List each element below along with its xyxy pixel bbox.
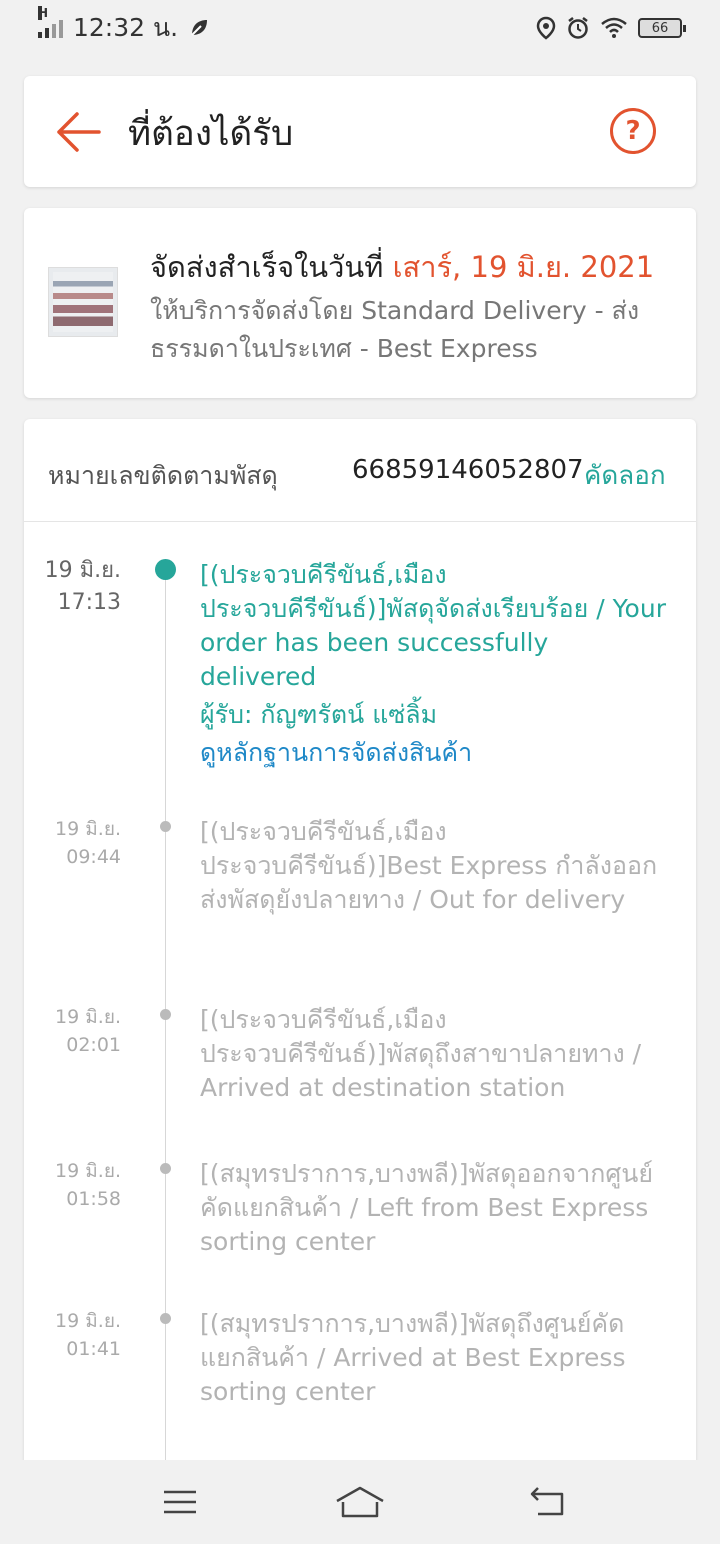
event-date: 19 มิ.ย. — [55, 1006, 121, 1028]
event-text: [(ประจวบคีรีขันธ์,เมือง ประจวบคีรีขันธ์)… — [200, 560, 666, 691]
leaf-icon — [191, 20, 208, 36]
navigation-bar — [0, 1460, 720, 1544]
timeline-dot — [160, 1313, 171, 1324]
back-button[interactable] — [52, 106, 104, 158]
network-type-label: H — [38, 6, 49, 20]
tracking-number: 66859146052807 — [352, 455, 584, 485]
help-button[interactable]: ? — [610, 108, 656, 154]
delivery-service-text: ให้บริการจัดส่งโดย Standard Delivery - ส… — [150, 296, 640, 363]
menu-icon — [164, 1490, 196, 1514]
battery-level: 66 — [651, 20, 669, 36]
tracking-label: หมายเลขติดตามพัสดุ — [48, 461, 278, 490]
timeline-line — [165, 571, 166, 1479]
event-text: [(สมุทรปราการ,บางพลี)]พัสดุถึงศูนย์คัดแย… — [200, 1309, 626, 1406]
proof-of-delivery-link[interactable]: ดูหลักฐานการจัดส่งสินค้า — [200, 736, 670, 770]
event-date: 19 มิ.ย. — [44, 558, 121, 583]
event-text: [(ประจวบคีรีขันธ์,เมือง ประจวบคีรีขันธ์)… — [200, 817, 658, 914]
event-date: 19 มิ.ย. — [55, 1310, 121, 1332]
wifi-icon — [601, 17, 627, 38]
event-time: 17:13 — [57, 590, 121, 615]
header-bar: ที่ต้องได้รับ ? — [24, 76, 696, 187]
event-datetime: 19 มิ.ย. 01:41 — [55, 1307, 121, 1363]
location-icon — [536, 16, 556, 40]
timeline-dot — [160, 821, 171, 832]
arrow-left-icon — [57, 112, 101, 152]
signal-icon: H — [38, 6, 63, 38]
timeline-dot — [160, 1163, 171, 1174]
event-date: 19 มิ.ย. — [55, 818, 121, 840]
event-datetime: 19 มิ.ย. 01:58 — [55, 1157, 121, 1213]
question-circle-icon: ? — [625, 116, 641, 146]
alarm-icon — [568, 17, 588, 39]
event-date: 19 มิ.ย. — [55, 1160, 121, 1182]
status-right: 66 — [536, 16, 686, 40]
event-time: 09:44 — [66, 846, 121, 868]
product-image — [53, 272, 113, 332]
copy-button[interactable]: คัดลอก — [584, 455, 666, 496]
event-text: [(สมุทรปราการ,บางพลี)]พัสดุออกจากศูนย์คั… — [200, 1159, 654, 1256]
event-recipient: ผู้รับ: กัญฑรัตน์ แซ่ลิ้ม — [200, 700, 438, 729]
delivery-status-line: จัดส่งสำเร็จในวันที่ เสาร์, 19 มิ.ย. 202… — [150, 244, 654, 290]
event-time: 02:01 — [66, 1034, 121, 1056]
event-text: [(ประจวบคีรีขันธ์,เมือง ประจวบคีรีขันธ์)… — [200, 1005, 642, 1102]
nav-home-button[interactable] — [330, 1474, 390, 1530]
event-datetime: 19 มิ.ย. 09:44 — [55, 815, 121, 871]
delivery-date: เสาร์, 19 มิ.ย. 2021 — [392, 250, 655, 284]
product-thumbnail[interactable] — [48, 267, 118, 337]
timeline-dot — [160, 1009, 171, 1020]
event-time: 01:41 — [66, 1338, 121, 1360]
nav-back-button[interactable] — [518, 1474, 578, 1530]
event-datetime: 19 มิ.ย. 02:01 — [55, 1003, 121, 1059]
battery-icon: 66 — [638, 18, 686, 38]
status-bar: H 12:32 น. 66 — [0, 0, 720, 56]
tracking-number-row: หมายเลขติดตามพัสดุ 66859146052807 คัดลอก — [24, 419, 696, 522]
status-time: 12:32 น. — [73, 13, 179, 42]
delivery-status-prefix: จัดส่งสำเร็จในวันที่ — [150, 250, 384, 284]
tracking-card: หมายเลขติดตามพัสดุ 66859146052807 คัดลอก… — [24, 419, 696, 1479]
timeline-dot-active — [155, 559, 176, 580]
home-icon — [336, 1486, 384, 1518]
status-left: H 12:32 น. — [38, 6, 210, 48]
event-time: 01:58 — [66, 1188, 121, 1210]
delivery-summary-card: จัดส่งสำเร็จในวันที่ เสาร์, 19 มิ.ย. 202… — [24, 208, 696, 398]
page-title: ที่ต้องได้รับ — [128, 114, 294, 154]
event-description: [(ประจวบคีรีขันธ์,เมือง ประจวบคีรีขันธ์)… — [200, 558, 670, 770]
return-icon — [530, 1487, 564, 1516]
nav-menu-button[interactable] — [150, 1474, 210, 1530]
event-datetime: 19 มิ.ย. 17:13 — [45, 555, 121, 619]
